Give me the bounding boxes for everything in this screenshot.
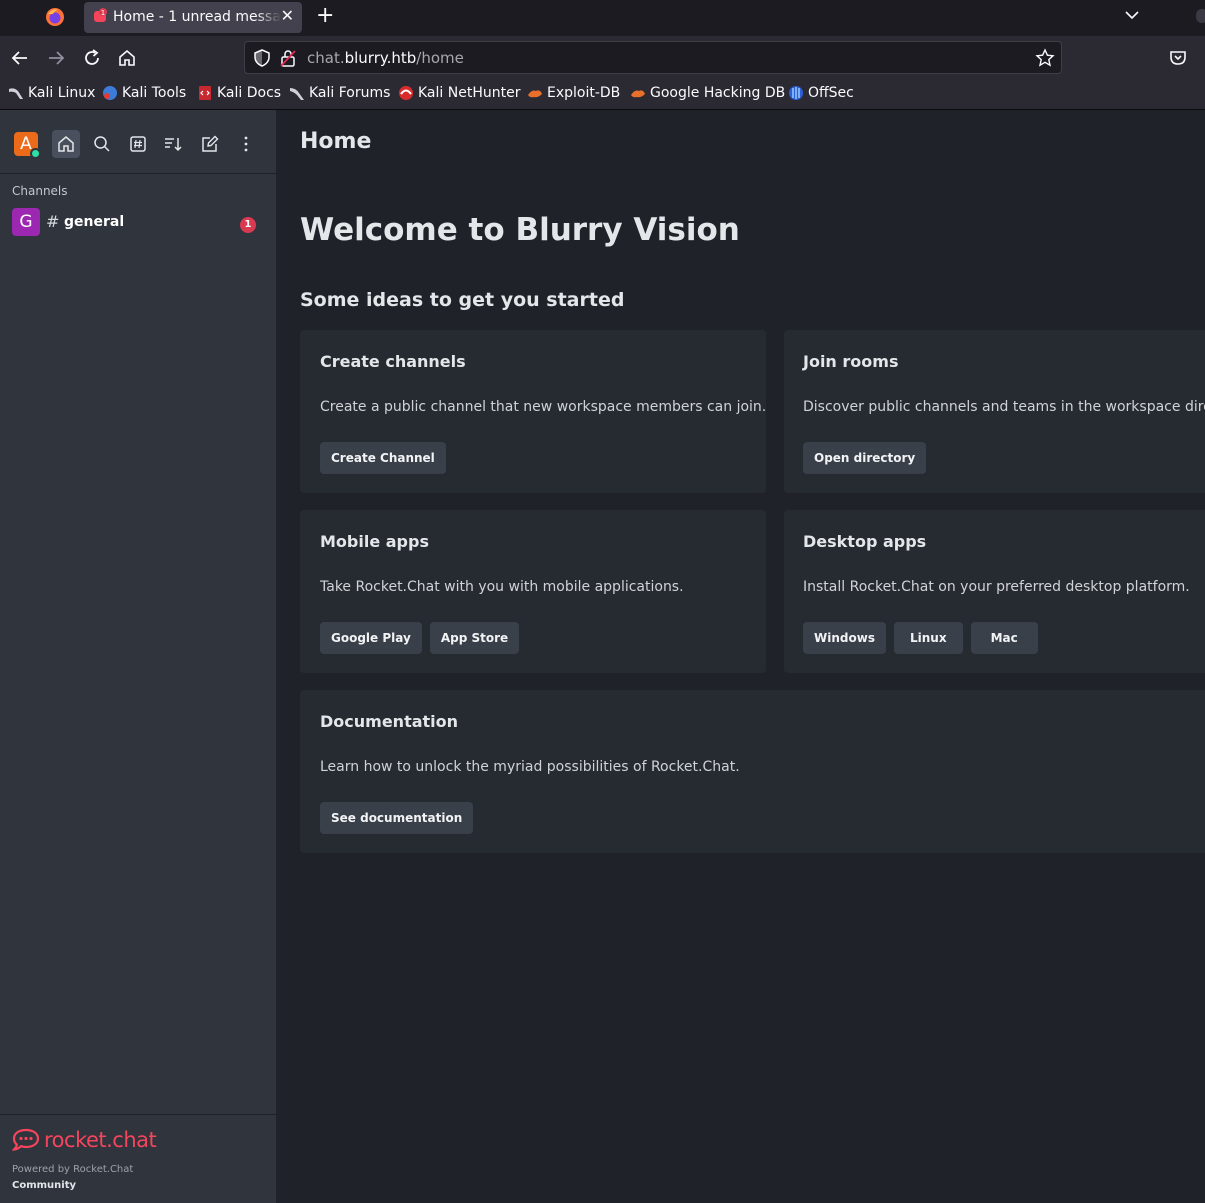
rocketchat-logo: rocket.chat — [12, 1127, 157, 1153]
browser-nav-bar: chat.blurry.htb/home — [0, 36, 1205, 80]
create-channel-button[interactable]: Create Channel — [320, 442, 446, 474]
page-title: Home — [300, 129, 372, 154]
bookmark-kali-forums[interactable]: Kali Forums — [289, 85, 390, 101]
sort-icon — [165, 138, 182, 152]
firefox-icon[interactable] — [44, 6, 66, 28]
powered-by-text: Powered by Rocket.Chat — [12, 1164, 134, 1175]
card-title: Desktop apps — [803, 532, 927, 551]
windows-button[interactable]: Windows — [803, 622, 886, 654]
room-name: general — [64, 214, 125, 230]
directory-icon — [130, 136, 146, 152]
rocketchat-wordmark: rocket.chat — [44, 1128, 157, 1152]
url-text[interactable]: chat.blurry.htb/home — [307, 49, 464, 67]
card-description: Discover public channels and teams in th… — [803, 399, 1205, 415]
pocket-icon[interactable] — [1168, 48, 1188, 68]
card-create-channels: Create channels Create a public channel … — [300, 330, 766, 493]
sidebar-header: A — [0, 110, 276, 174]
insecure-lock-icon[interactable] — [280, 49, 296, 67]
channels-section-label: Channels — [12, 184, 68, 198]
kali-forums-icon — [290, 88, 304, 100]
user-avatar[interactable]: A — [14, 132, 41, 159]
bookmark-google-hacking-db[interactable]: Google Hacking DB — [630, 85, 785, 101]
online-status-indicator — [30, 148, 41, 159]
bookmark-kali-linux[interactable]: Kali Linux — [8, 85, 95, 101]
edition-text: Community — [12, 1180, 77, 1191]
bookmark-offsec[interactable]: OffSec — [788, 85, 854, 101]
sidebar: A Channels G # general 1 rocket.chat Pow… — [0, 110, 276, 1203]
kali-nethunter-icon — [399, 86, 413, 100]
directory-button[interactable] — [124, 130, 152, 158]
card-desktop-apps: Desktop apps Install Rocket.Chat on your… — [784, 510, 1205, 673]
hashtag-icon: # — [46, 212, 60, 231]
kebab-menu-icon — [244, 136, 248, 152]
sidebar-menu-button[interactable] — [232, 130, 260, 158]
google-play-button[interactable]: Google Play — [320, 622, 422, 654]
rocketchat-favicon-icon: 1 — [94, 8, 107, 22]
browser-tab-bar: 1 Home - 1 unread message ✕ + — [0, 0, 1205, 36]
offsec-icon — [789, 86, 803, 100]
main-content: Home Welcome to Blurry Vision Some ideas… — [276, 110, 1205, 1203]
bookmark-star-icon[interactable] — [1035, 48, 1055, 68]
forward-arrow-icon[interactable] — [46, 48, 66, 68]
card-title: Create channels — [320, 352, 466, 371]
card-title: Join rooms — [803, 352, 899, 371]
create-new-icon — [202, 135, 219, 152]
bookmark-kali-nethunter[interactable]: Kali NetHunter — [398, 85, 520, 101]
sidebar-footer: rocket.chat Powered by Rocket.Chat Commu… — [0, 1114, 276, 1203]
card-mobile-apps: Mobile apps Take Rocket.Chat with you wi… — [300, 510, 766, 673]
home-icon[interactable] — [117, 48, 137, 68]
bookmarks-bar: Kali Linux Kali Tools Kali Docs Kali For… — [0, 80, 1205, 110]
new-tab-icon[interactable]: + — [316, 4, 334, 28]
kali-dragon-icon — [9, 88, 23, 99]
shield-icon[interactable] — [253, 49, 271, 67]
card-documentation: Documentation Learn how to unlock the my… — [300, 690, 1205, 853]
back-arrow-icon[interactable] — [10, 48, 30, 68]
tab-title: Home - 1 unread message — [113, 9, 281, 25]
reload-icon[interactable] — [82, 48, 102, 68]
kali-tools-icon — [103, 86, 117, 100]
window-control[interactable] — [1196, 9, 1205, 23]
tab-badge: 1 — [101, 9, 105, 17]
card-description: Install Rocket.Chat on your preferred de… — [803, 579, 1190, 595]
kali-docs-icon — [199, 86, 211, 100]
home-icon — [58, 136, 74, 152]
bookmark-exploit-db[interactable]: Exploit-DB — [527, 85, 620, 101]
room-avatar: G — [12, 208, 40, 236]
card-title: Mobile apps — [320, 532, 429, 551]
create-new-button[interactable] — [196, 130, 224, 158]
mac-button[interactable]: Mac — [970, 622, 1038, 654]
ghdb-icon — [631, 90, 645, 98]
see-documentation-button[interactable]: See documentation — [320, 802, 474, 834]
search-button[interactable] — [88, 130, 116, 158]
search-icon — [94, 136, 110, 152]
exploit-db-icon — [528, 90, 542, 98]
unread-badge: 1 — [240, 217, 256, 233]
card-description: Create a public channel that new workspa… — [320, 399, 767, 415]
rocketchat-logo-icon — [12, 1128, 40, 1151]
welcome-heading: Welcome to Blurry Vision — [300, 212, 740, 248]
bookmark-kali-tools[interactable]: Kali Tools — [102, 85, 186, 101]
home-button[interactable] — [52, 130, 80, 158]
card-description: Learn how to unlock the myriad possibili… — [320, 759, 740, 775]
address-bar[interactable]: chat.blurry.htb/home — [244, 41, 1062, 74]
chevron-down-icon[interactable] — [1124, 7, 1140, 23]
card-description: Take Rocket.Chat with you with mobile ap… — [320, 579, 684, 595]
sort-button[interactable] — [159, 130, 187, 158]
card-join-rooms: Join rooms Discover public channels and … — [784, 330, 1205, 493]
linux-button[interactable]: Linux — [893, 622, 963, 654]
browser-tab-active[interactable]: 1 Home - 1 unread message ✕ — [84, 2, 302, 33]
bookmark-kali-docs[interactable]: Kali Docs — [197, 85, 281, 101]
open-directory-button[interactable]: Open directory — [803, 442, 927, 474]
ideas-heading: Some ideas to get you started — [300, 289, 625, 311]
card-title: Documentation — [320, 712, 459, 731]
app-store-button[interactable]: App Store — [429, 622, 520, 654]
tab-close-icon[interactable]: ✕ — [281, 7, 294, 25]
